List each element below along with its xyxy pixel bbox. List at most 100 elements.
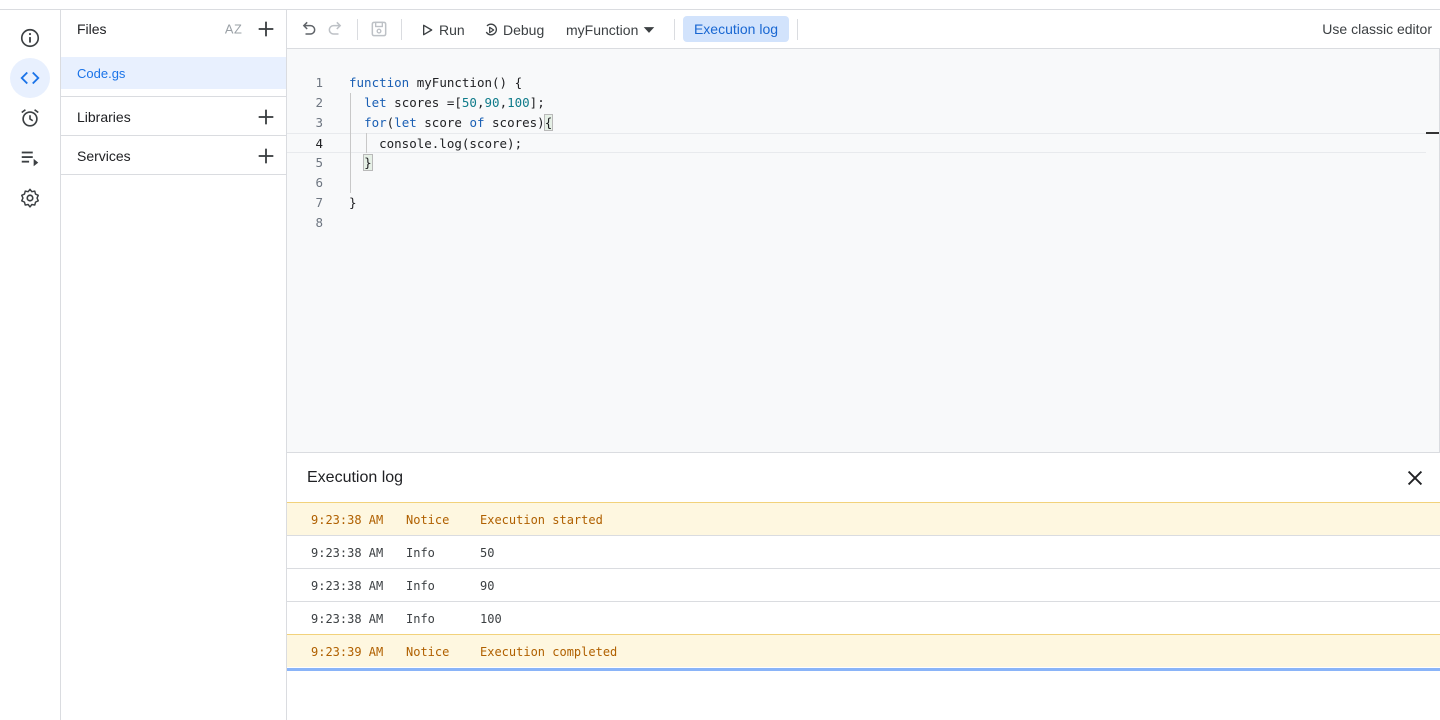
line-number: 8 [315,215,323,230]
log-message: Execution completed [480,645,618,659]
services-section: Services [61,135,286,174]
save-button[interactable] [368,18,390,40]
dropdown-arrow-icon [644,27,655,33]
log-time: 9:23:38 AM [311,579,384,593]
toolbar-separator [674,19,675,40]
line-number: 4 [315,136,323,151]
editor-button[interactable] [10,58,50,98]
code-line: 2 let scores =[50,90,100]; [287,93,1426,113]
code-text: console.log(score); [349,136,523,151]
gear-icon [21,188,39,208]
line-number: 2 [315,95,323,110]
function-select[interactable]: myFunction [566,18,656,42]
play-icon [423,24,433,36]
add-service-icon[interactable] [255,145,277,167]
log-time: 9:23:38 AM [311,513,384,527]
alarm-clock-icon [21,109,39,127]
divider [61,174,286,175]
undo-icon [302,21,316,35]
libraries-section: Libraries [61,96,286,135]
overview-button[interactable] [10,18,50,58]
log-message: Execution started [480,513,603,527]
run-button[interactable]: Run [419,18,465,42]
log-row: 9:23:39 AM Notice Execution completed [287,634,1440,667]
add-file-icon[interactable] [255,18,277,40]
code-line: 6 [287,173,1426,193]
code-line: 5 } [287,153,1426,173]
code-line-current: 4 console.log(score); [287,133,1426,153]
code-icon [20,71,40,85]
executions-button[interactable] [10,138,50,178]
toolbar-separator [357,19,358,40]
code-text: for(let score of scores){ [364,114,554,131]
log-message: 100 [480,612,502,626]
code-text: } [363,154,373,171]
line-number: 5 [315,155,323,170]
svg-text:A: A [225,22,234,37]
run-label: Run [439,22,465,38]
file-item-code-gs[interactable]: Code.gs [61,57,286,89]
editor-toolbar: Run Debug myFunction Execution log Use c… [287,10,1440,49]
code-line: 3 for(let score of scores){ [287,113,1426,133]
use-classic-editor-button[interactable]: Use classic editor [1322,21,1432,37]
debug-button[interactable]: Debug [483,18,544,42]
line-number: 7 [315,195,323,210]
execution-log-title: Execution log [307,469,404,486]
indent-guide [350,93,351,193]
toolbar-separator [797,19,798,40]
info-icon [20,28,40,48]
execution-log-button[interactable]: Execution log [683,16,789,42]
log-time: 9:23:39 AM [311,645,384,659]
redo-icon [328,21,342,35]
project-settings-button[interactable] [10,178,50,218]
executions-icon [21,151,39,167]
debug-icon [485,23,498,36]
log-level: Info [406,579,435,593]
save-icon [371,21,387,37]
code-text: } [349,195,357,210]
log-row: 9:23:38 AM Info 50 [287,535,1440,568]
files-title: Files [77,21,107,37]
log-row: 9:23:38 AM Info 100 [287,601,1440,634]
log-message: 90 [480,579,495,593]
top-bar [0,0,1440,10]
log-rows: 9:23:38 AM Notice Execution started 9:23… [287,502,1440,667]
close-icon[interactable] [1404,467,1426,489]
undo-button[interactable] [297,18,319,40]
svg-text:Z: Z [234,22,242,37]
code-line: 8 [287,213,1426,233]
log-level: Notice [406,513,450,527]
code-text: function myFunction() { [349,75,523,90]
services-label: Services [77,148,131,164]
redo-button[interactable] [325,18,347,40]
code-line: 7 } [287,193,1426,213]
code-text: let scores =[50,90,100]; [364,95,545,110]
sort-az-icon[interactable]: A Z [223,18,245,40]
line-number: 3 [315,115,323,130]
scrollbar-cursor-marker [1426,132,1439,134]
toolbar-separator [401,19,402,40]
log-message: 50 [480,546,495,560]
execution-log-panel: Execution log 9:23:38 AM Notice Executio… [287,452,1440,720]
log-end-bar [287,668,1440,671]
log-row: 9:23:38 AM Notice Execution started [287,502,1440,535]
log-level: Notice [406,645,450,659]
log-level: Info [406,612,435,626]
log-time: 9:23:38 AM [311,612,384,626]
code-line: 1 function myFunction() { [287,73,1426,93]
line-number: 1 [315,75,323,90]
triggers-button[interactable] [10,98,50,138]
log-level: Info [406,546,435,560]
function-select-value: myFunction [566,22,639,38]
code-editor[interactable]: 1 function myFunction() { 2 let scores =… [287,49,1440,452]
left-nav-rail [0,10,61,720]
file-name: Code.gs [77,66,126,81]
log-time: 9:23:38 AM [311,546,384,560]
libraries-label: Libraries [77,109,131,125]
debug-label: Debug [503,22,545,38]
line-number: 6 [315,175,323,190]
add-library-icon[interactable] [255,106,277,128]
indent-guide [366,133,367,153]
files-header: Files A Z [61,10,286,48]
files-panel: Files A Z Code.gs Libraries Services [61,10,287,720]
